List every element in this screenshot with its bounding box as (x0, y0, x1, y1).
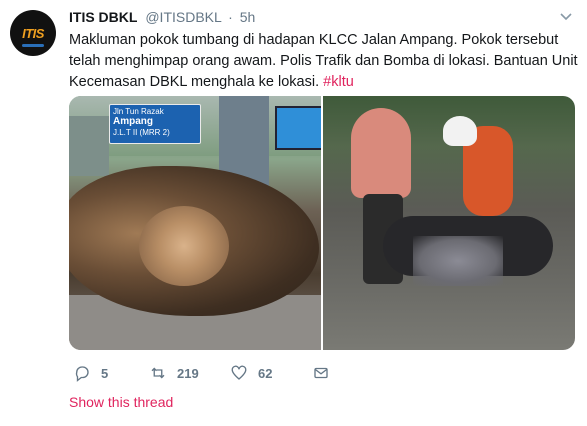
road-sign-line3: J.L.T II (MRR 2) (113, 128, 170, 137)
reply-count: 5 (101, 365, 109, 381)
road-sign: Jln Tun Razak Ampang J.L.T II (MRR 2) (109, 104, 201, 144)
reply-button[interactable]: 5 (73, 364, 108, 382)
reply-icon (75, 366, 89, 382)
avatar-logo: ITIS (22, 25, 44, 41)
road-sign-line1: Jln Tun Razak (113, 107, 164, 116)
retweet-button[interactable]: 219 (149, 364, 199, 382)
separator-dot: · (228, 9, 233, 25)
tweet-media[interactable]: Jln Tun Razak Ampang J.L.T II (MRR 2) (69, 96, 575, 350)
retweet-count: 219 (177, 365, 199, 381)
billboard-screen (275, 106, 321, 150)
tweet-text: Makluman pokok tumbang di hadapan KLCC J… (69, 30, 579, 93)
blurred-area (413, 236, 503, 286)
avatar-logo-underline (22, 44, 44, 47)
direct-message-icon (314, 367, 328, 379)
display-name[interactable]: ITIS DBKL (69, 9, 137, 25)
helmet (443, 116, 477, 146)
tweet-header: ITIS DBKL @ITISDBKL · 5h (69, 9, 255, 25)
tweet-actions: 5 219 62 (69, 364, 469, 384)
chevron-down-icon[interactable] (559, 12, 573, 22)
direct-message-button[interactable] (312, 364, 330, 382)
retweet-icon (151, 367, 165, 379)
hashtag-link[interactable]: #kltu (323, 74, 354, 90)
user-handle[interactable]: @ITISDBKL (145, 9, 221, 25)
photo-rescue-scene[interactable] (323, 96, 575, 350)
tweet[interactable]: ITIS ITIS DBKL @ITISDBKL · 5h Makluman p… (0, 0, 587, 426)
tree-trunk-broken-end (139, 206, 229, 286)
like-icon (231, 365, 247, 380)
like-count: 62 (258, 365, 273, 381)
road-sign-line2: Ampang (113, 116, 153, 127)
like-button[interactable]: 62 (230, 364, 272, 382)
photo-building (69, 116, 109, 176)
timestamp[interactable]: 5h (240, 9, 256, 25)
avatar[interactable]: ITIS (10, 10, 56, 56)
bystander-figure (351, 108, 411, 198)
show-thread-link[interactable]: Show this thread (69, 394, 173, 410)
photo-fallen-tree[interactable]: Jln Tun Razak Ampang J.L.T II (MRR 2) (69, 96, 321, 350)
